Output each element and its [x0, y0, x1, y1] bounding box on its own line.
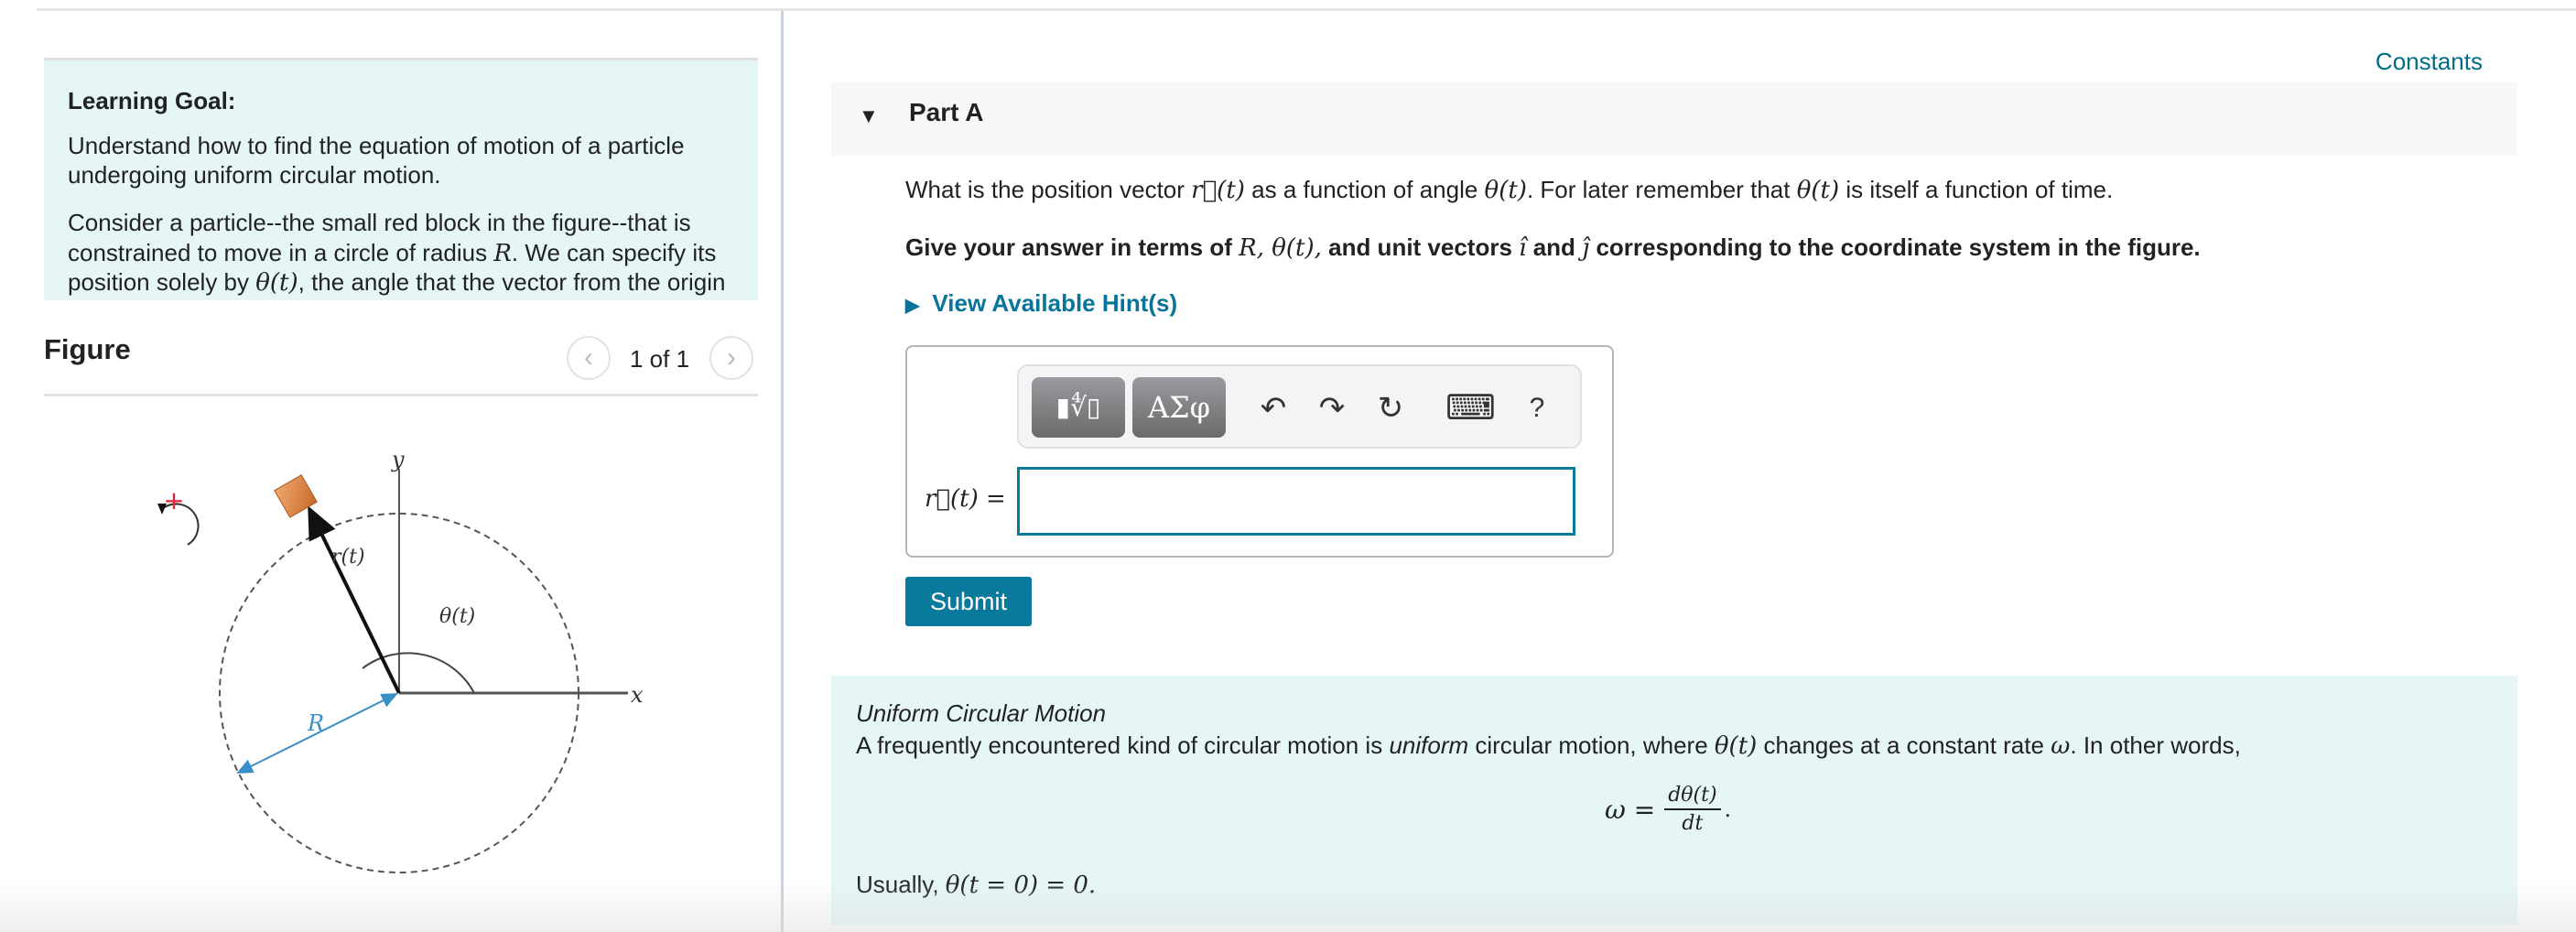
- text: circular motion, where: [1468, 732, 1715, 759]
- circular-motion-figure: y x θ(t) r(t) R +: [157, 447, 644, 873]
- templates-button[interactable]: ▮∜▯: [1032, 377, 1125, 438]
- undo-icon[interactable]: ↶: [1253, 383, 1293, 434]
- info-title: Uniform Circular Motion: [856, 699, 1107, 727]
- prev-figure-button[interactable]: ‹: [567, 336, 611, 380]
- chevron-left-icon: ‹: [584, 342, 593, 373]
- goal-text: Consider a particle--the small red block…: [68, 209, 691, 236]
- part-a-title: Part A: [909, 98, 984, 126]
- caret-right-icon: ▶: [905, 296, 920, 316]
- text: . We can specify its: [511, 239, 717, 266]
- panel-divider[interactable]: [781, 11, 784, 932]
- text: position solely by: [68, 268, 256, 296]
- math-omega: ω: [2051, 732, 2071, 760]
- part-a-header[interactable]: ▼ Part A: [831, 82, 2517, 156]
- math-j-hat: ĵ: [1582, 234, 1590, 262]
- collapse-triangle-icon: ▼: [859, 104, 879, 127]
- submit-button[interactable]: Submit: [905, 577, 1032, 626]
- fraction-numerator: dθ(t): [1664, 784, 1721, 810]
- text: Usually,: [856, 871, 946, 898]
- goal-text: undergoing uniform circular motion.: [68, 161, 441, 189]
- text: . In other words,: [2070, 732, 2241, 759]
- position-vector: [308, 505, 401, 694]
- learning-goal-panel: Learning Goal: Understand how to find th…: [44, 58, 758, 300]
- math-toolbar: ▮∜▯ ΑΣφ ↶ ↷ ↻ ⌨ ?: [1017, 364, 1582, 449]
- math-theta: θ(t): [1484, 177, 1527, 204]
- redo-icon[interactable]: ↷: [1312, 383, 1352, 434]
- goal-text: Understand how to find the equation of m…: [68, 132, 685, 159]
- text: , the angle that the vector from the ori…: [298, 268, 726, 296]
- x-axis-label: x: [631, 682, 644, 708]
- formula-lhs: ω =: [1605, 794, 1656, 825]
- next-figure-button[interactable]: ›: [709, 336, 753, 380]
- constants-link[interactable]: Constants: [2376, 48, 2483, 76]
- plus-icon: +: [163, 485, 184, 515]
- text: changes at a constant rate: [1757, 732, 2051, 759]
- radius-label: R: [307, 710, 324, 736]
- instruction-text: Give your answer in terms of R, θ(t), an…: [905, 233, 2201, 262]
- text: is itself a function of time.: [1839, 176, 2114, 203]
- text: and unit vectors: [1321, 233, 1520, 261]
- math-theta: θ(t): [1714, 732, 1758, 760]
- formula-period: .: [1724, 797, 1732, 822]
- theta-label: θ(t): [439, 605, 475, 628]
- text: What is the position vector: [905, 176, 1192, 203]
- math-theta: θ(t): [255, 269, 298, 297]
- figure-pager: 1 of 1: [630, 345, 690, 373]
- fraction: dθ(t) dt: [1664, 784, 1721, 835]
- r-vector-label: r(t): [331, 546, 365, 569]
- text: . For later remember that: [1526, 176, 1797, 203]
- question-text: What is the position vector r⃗(t) as a f…: [905, 176, 2113, 204]
- text: Give your answer in terms of: [905, 233, 1239, 261]
- text: and: [1526, 233, 1583, 261]
- info-text: A frequently encountered kind of circula…: [856, 732, 2241, 760]
- math-initial-condition: θ(t = 0) = 0.: [945, 872, 1097, 899]
- info-panel: Uniform Circular Motion A frequently enc…: [831, 676, 2517, 925]
- reset-icon[interactable]: ↻: [1370, 383, 1411, 434]
- chevron-right-icon: ›: [727, 342, 736, 373]
- text: corresponding to the coordinate system i…: [1589, 233, 2201, 261]
- omega-formula: ω = dθ(t) dt .: [1605, 784, 1731, 835]
- math-theta: θ(t): [1796, 177, 1840, 204]
- answer-label: r⃗(t) =: [925, 485, 1006, 513]
- text: A frequently encountered kind of circula…: [856, 732, 1390, 759]
- help-icon[interactable]: ?: [1517, 383, 1557, 434]
- usually-text: Usually, θ(t = 0) = 0.: [856, 871, 1096, 899]
- math-r: r⃗(t): [1191, 177, 1245, 204]
- math-vars: R, θ(t),: [1239, 234, 1322, 262]
- y-axis-label: y: [391, 447, 405, 472]
- goal-text: position solely by θ(t), the angle that …: [68, 267, 725, 298]
- learning-goal-title: Learning Goal:: [68, 87, 236, 114]
- fraction-denominator: dt: [1682, 812, 1704, 835]
- view-hints-link[interactable]: ▶ View Available Hint(s): [905, 289, 1177, 318]
- answer-input[interactable]: [1017, 467, 1575, 536]
- text: constrained to move in a circle of radiu…: [68, 239, 494, 266]
- symbols-button[interactable]: ΑΣφ: [1132, 377, 1226, 438]
- figure-title: Figure: [44, 333, 131, 365]
- goal-text: constrained to move in a circle of radiu…: [68, 238, 716, 268]
- text: as a function of angle: [1244, 176, 1485, 203]
- math-R: R: [493, 240, 512, 267]
- keyboard-icon[interactable]: ⌨: [1445, 383, 1496, 434]
- hint-label: View Available Hint(s): [932, 289, 1178, 317]
- text-emphasis: uniform: [1389, 732, 1469, 759]
- top-divider: [37, 8, 2576, 11]
- theta-arc: [362, 652, 475, 694]
